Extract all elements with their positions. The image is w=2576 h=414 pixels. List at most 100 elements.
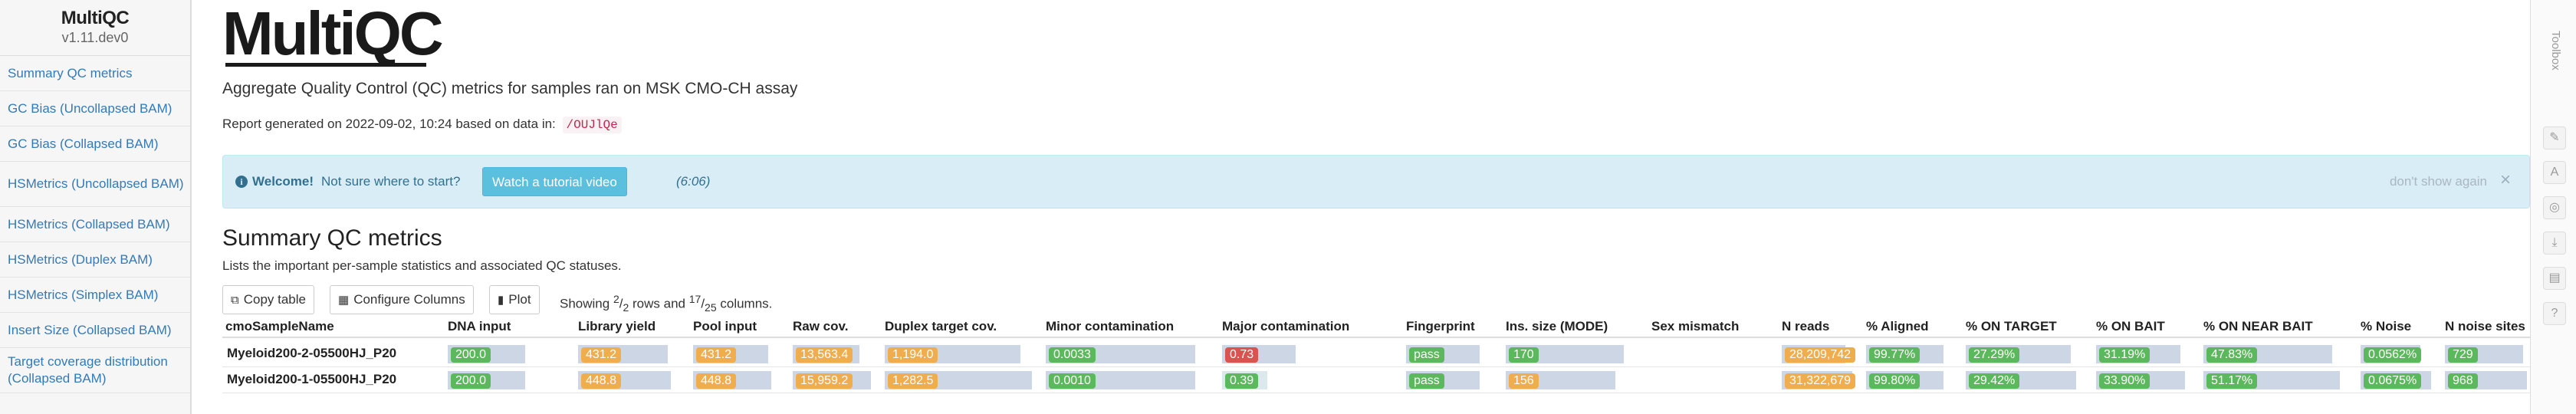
sidebar-item-target-coverage-distribution[interactable]: Target coverage distribution (Collapsed … bbox=[0, 348, 190, 393]
logo-underline bbox=[225, 63, 426, 67]
table-cell-pct-aligned: 99.77% bbox=[1863, 340, 1955, 366]
watch-tutorial-button[interactable]: Watch a tutorial video bbox=[482, 167, 627, 196]
copy-icon: ⧉ bbox=[231, 294, 239, 307]
toolbox-label[interactable]: Toolbox bbox=[2549, 31, 2562, 71]
table-cell-n-noise-sites: 729 bbox=[2442, 340, 2530, 366]
cell-value-label: 170 bbox=[1509, 347, 1539, 363]
cell-value-label: 51.17% bbox=[2206, 373, 2258, 389]
table-cell-sex-mismatch bbox=[1648, 366, 1763, 393]
column-header-ins-size-mode[interactable]: Ins. size (MODE) bbox=[1503, 317, 1608, 336]
copy-table-button[interactable]: ⧉ Copy table bbox=[222, 285, 314, 314]
table-cell-raw-cov: 13,563.4 bbox=[790, 340, 874, 366]
sidebar: MultiQC v1.11.dev0 Summary QC metrics GC… bbox=[0, 0, 192, 414]
table-cell-fingerprint: pass bbox=[1403, 366, 1491, 393]
cell-value-label: 99.77% bbox=[1869, 347, 1921, 363]
table-cell-pct-noise: 0.0675% bbox=[2358, 366, 2434, 393]
sidebar-brand: MultiQC v1.11.dev0 bbox=[0, 0, 190, 46]
section-title: Summary QC metrics bbox=[222, 225, 442, 251]
table-cell-pool-input: 431.2 bbox=[690, 340, 778, 366]
cell-value-label: 0.0675% bbox=[2364, 373, 2422, 389]
table-row: Myeloid200-2-05500HJ_P20 200.0 431.2 431.2 1… bbox=[222, 340, 2530, 366]
column-header-n-noise-sites[interactable]: N noise sites bbox=[2442, 317, 2525, 336]
rows-shown: 2 bbox=[613, 293, 619, 305]
table-cell-sex-mismatch bbox=[1648, 340, 1763, 366]
plot-button[interactable]: ▮ Plot bbox=[489, 285, 540, 314]
column-header-pct-on-bait[interactable]: % ON BAIT bbox=[2093, 317, 2165, 336]
report-generated-line: Report generated on 2022-09-02, 10:24 ba… bbox=[222, 117, 622, 133]
sidebar-item-hsmetrics-collapsed[interactable]: HSMetrics (Collapsed BAM) bbox=[0, 207, 190, 242]
cell-value-label: 0.0562% bbox=[2364, 347, 2422, 363]
rows-word: rows and bbox=[632, 296, 685, 311]
column-header-pct-on-target[interactable]: % ON TARGET bbox=[1963, 317, 2057, 336]
cell-value-label: 729 bbox=[2448, 347, 2478, 363]
cell-value-label: 0.0010 bbox=[1049, 373, 1096, 389]
column-header-pct-noise[interactable]: % Noise bbox=[2358, 317, 2411, 336]
table-row: Myeloid200-1-05500HJ_P20 200.0 448.8 448.8 1… bbox=[222, 366, 2530, 393]
highlight-icon[interactable]: ✎ bbox=[2543, 127, 2566, 150]
sidebar-version: v1.11.dev0 bbox=[61, 30, 129, 45]
column-header-sample-name[interactable]: cmoSampleName bbox=[222, 317, 334, 336]
sample-name-cell: Myeloid200-1-05500HJ_P20 bbox=[227, 372, 397, 386]
column-header-fingerprint[interactable]: Fingerprint bbox=[1403, 317, 1475, 336]
cell-value-label: 0.39 bbox=[1225, 373, 1259, 389]
cell-value-label: 156 bbox=[1509, 373, 1539, 389]
cols-word: columns. bbox=[720, 296, 773, 311]
table-cell-dna-input: 200.0 bbox=[445, 340, 537, 366]
bar-chart-icon: ▮ bbox=[498, 294, 504, 307]
cell-value-label: 27.29% bbox=[1969, 347, 2020, 363]
sample-name-cell: Myeloid200-2-05500HJ_P20 bbox=[227, 346, 397, 360]
tutorial-duration: (6:06) bbox=[676, 174, 711, 189]
sidebar-item-hsmetrics-duplex[interactable]: HSMetrics (Duplex BAM) bbox=[0, 242, 190, 278]
sidebar-item-summary-qc-metrics[interactable]: Summary QC metrics bbox=[0, 56, 190, 91]
table-cell-pool-input: 448.8 bbox=[690, 366, 778, 393]
column-header-raw-cov[interactable]: Raw cov. bbox=[790, 317, 848, 336]
export-icon[interactable]: ⤓ bbox=[2543, 232, 2566, 255]
save-icon[interactable]: ▤ bbox=[2543, 267, 2566, 290]
sidebar-nav: Summary QC metrics GC Bias (Uncollapsed … bbox=[0, 56, 190, 393]
table-cell-library-yield: 448.8 bbox=[575, 366, 678, 393]
sidebar-item-gc-bias-collapsed[interactable]: GC Bias (Collapsed BAM) bbox=[0, 127, 190, 162]
report-subtitle: Aggregate Quality Control (QC) metrics f… bbox=[222, 80, 798, 97]
table-cell-pct-noise: 0.0562% bbox=[2358, 340, 2434, 366]
column-header-n-reads[interactable]: N reads bbox=[1779, 317, 1829, 336]
table-cell-n-noise-sites: 968 bbox=[2442, 366, 2530, 393]
column-header-pool-input[interactable]: Pool input bbox=[690, 317, 757, 336]
rows-total: 2 bbox=[623, 301, 629, 314]
table-cell-minor-contamination: 0.0010 bbox=[1043, 366, 1215, 393]
sidebar-item-hsmetrics-uncollapsed[interactable]: HSMetrics (Uncollapsed BAM) bbox=[0, 162, 190, 207]
report-generated-text: Report generated on 2022-09-02, 10:24 ba… bbox=[222, 117, 556, 131]
hide-icon[interactable]: ◎ bbox=[2543, 196, 2566, 219]
sidebar-item-hsmetrics-simplex[interactable]: HSMetrics (Simplex BAM) bbox=[0, 278, 190, 313]
table-cell-n-reads: 28,209,742 bbox=[1779, 340, 1856, 366]
table-cell-duplex-target-cov: 1,282.5 bbox=[882, 366, 1035, 393]
column-header-duplex-target-cov[interactable]: Duplex target cov. bbox=[882, 317, 997, 336]
table-cell-pct-on-bait: 33.90% bbox=[2093, 366, 2193, 393]
sidebar-logo[interactable]: MultiQC bbox=[0, 8, 190, 29]
copy-table-label: Copy table bbox=[243, 292, 306, 307]
table-cell-minor-contamination: 0.0033 bbox=[1043, 340, 1215, 366]
column-header-pct-on-near-bait[interactable]: % ON NEAR BAIT bbox=[2200, 317, 2313, 336]
table-count-summary: Showing 2/2 rows and 17/25 columns. bbox=[560, 293, 773, 314]
column-header-minor-contamination[interactable]: Minor contamination bbox=[1043, 317, 1174, 336]
sidebar-item-gc-bias-uncollapsed[interactable]: GC Bias (Uncollapsed BAM) bbox=[0, 91, 190, 127]
table-cell-pct-on-near-bait: 47.83% bbox=[2200, 340, 2350, 366]
help-icon[interactable]: ? bbox=[2543, 302, 2566, 325]
cell-value-label: 31.19% bbox=[2099, 347, 2150, 363]
table-cell-library-yield: 431.2 bbox=[575, 340, 678, 366]
table-cell-fingerprint: pass bbox=[1403, 340, 1491, 366]
sidebar-item-insert-size-collapsed[interactable]: Insert Size (Collapsed BAM) bbox=[0, 313, 190, 348]
cell-value-label: 0.73 bbox=[1225, 347, 1259, 363]
cols-shown: 17 bbox=[688, 293, 702, 305]
cell-value-label: 28,209,742 bbox=[1785, 347, 1856, 363]
close-icon[interactable]: × bbox=[2500, 169, 2511, 191]
column-header-major-contamination[interactable]: Major contamination bbox=[1219, 317, 1349, 336]
column-header-sex-mismatch[interactable]: Sex mismatch bbox=[1648, 317, 1739, 336]
configure-columns-button[interactable]: ▦ Configure Columns bbox=[330, 285, 474, 314]
cell-value-label: 968 bbox=[2448, 373, 2478, 389]
rename-icon[interactable]: A bbox=[2543, 161, 2566, 184]
column-header-dna-input[interactable]: DNA input bbox=[445, 317, 511, 336]
column-header-library-yield[interactable]: Library yield bbox=[575, 317, 656, 336]
column-header-pct-aligned[interactable]: % Aligned bbox=[1863, 317, 1929, 336]
header-divider bbox=[222, 337, 2530, 338]
dont-show-again-link[interactable]: don't show again bbox=[2390, 174, 2487, 189]
